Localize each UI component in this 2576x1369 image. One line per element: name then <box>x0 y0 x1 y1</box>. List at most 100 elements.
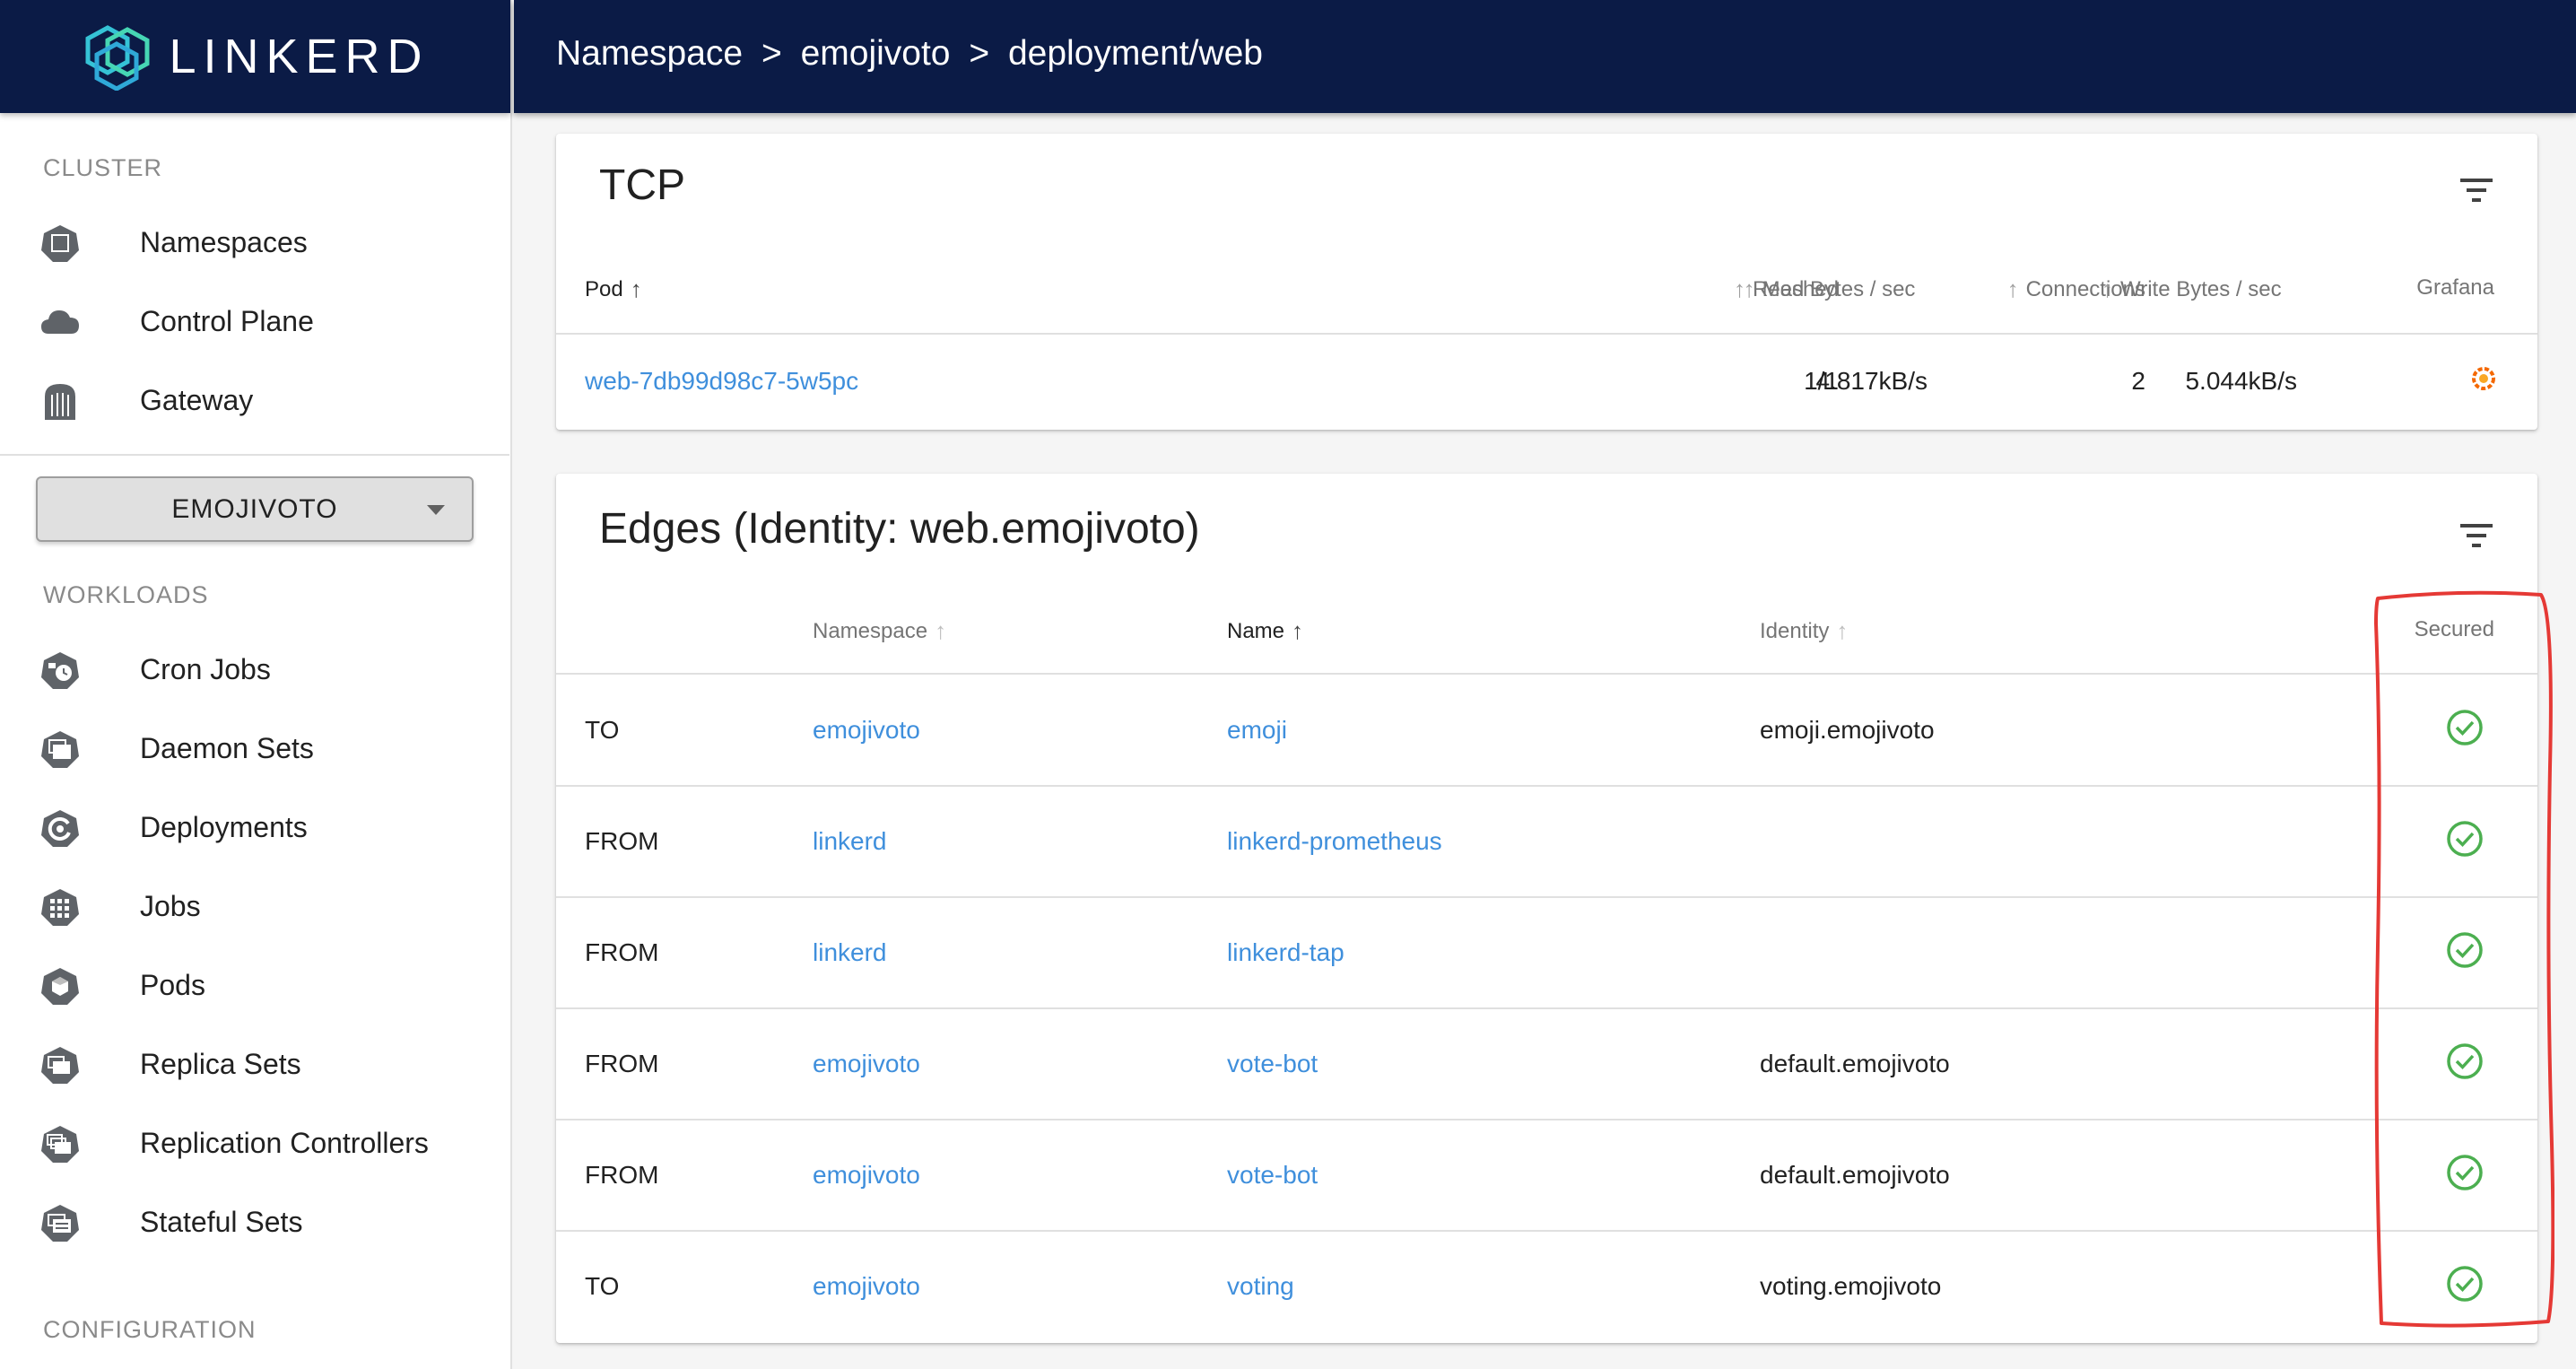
edge-direction: FROM <box>585 938 659 966</box>
tcp-header-grafana: Grafana <box>2416 275 2494 301</box>
statefulset-icon <box>41 1205 79 1242</box>
sidebar-item-replication-controllers[interactable]: Replication Controllers <box>0 1103 509 1182</box>
sidebar-item-gateway[interactable]: Gateway <box>0 361 509 440</box>
sidebar-item-namespaces[interactable]: Namespaces <box>0 203 509 282</box>
edges-header-namespace[interactable]: Namespace ↑ <box>813 617 946 645</box>
column-label: Write Bytes / sec <box>2120 276 2282 301</box>
replicationcontroller-icon <box>41 1126 79 1163</box>
edge-name-link[interactable]: voting <box>1227 1272 1294 1301</box>
sidebar-item-pods[interactable]: Pods <box>0 946 509 1025</box>
breadcrumb-emojivoto[interactable]: emojivoto <box>801 34 951 73</box>
deployment-icon <box>41 810 79 847</box>
sidebar-item-label: Daemon Sets <box>140 731 314 764</box>
configuration-header: CONFIGURATION <box>43 1316 257 1343</box>
row-divider <box>556 785 2537 787</box>
breadcrumb-deployment: deployment/web <box>1007 34 1263 73</box>
cluster-header: CLUSTER <box>43 154 163 181</box>
table-divider <box>556 333 2537 335</box>
sort-arrow-up-icon: ↑ <box>935 617 947 644</box>
edge-namespace-link[interactable]: linkerd <box>813 938 886 967</box>
sidebar-item-jobs[interactable]: Jobs <box>0 867 509 946</box>
edge-name-link[interactable]: linkerd-prometheus <box>1227 827 1442 856</box>
column-label: Grafana <box>2416 275 2494 300</box>
edge-namespace-link[interactable]: emojivoto <box>813 716 920 745</box>
tcp-title: TCP <box>599 161 685 209</box>
pod-icon <box>41 968 79 1005</box>
edges-header-identity[interactable]: Identity ↑ <box>1760 617 1848 645</box>
sort-arrow-up-icon: ↑ <box>630 275 642 302</box>
edge-direction: FROM <box>585 827 659 855</box>
edge-namespace-link[interactable]: linkerd <box>813 827 886 856</box>
edge-identity: emoji.emojivoto <box>1760 716 1935 744</box>
sidebar-item-label: Cron Jobs <box>140 652 271 685</box>
edges-header-name[interactable]: Name ↑ <box>1227 617 1303 645</box>
breadcrumb-separator: > <box>761 34 782 73</box>
tcp-connections-value: 2 <box>2131 367 2145 395</box>
tcp-pod-link[interactable]: web-7db99d98c7-5w5pc <box>585 367 858 396</box>
sidebar-item-deployments[interactable]: Deployments <box>0 788 509 867</box>
row-divider <box>556 1007 2537 1009</box>
sort-arrow-up-icon: ↑ <box>1734 275 1745 302</box>
sort-arrow-up-icon: ↑ <box>2006 275 2019 302</box>
sidebar-item-label: Replication Controllers <box>140 1126 429 1159</box>
column-label: Name <box>1227 618 1285 643</box>
sidebar-item-label: Stateful Sets <box>140 1205 303 1238</box>
column-label: Read Bytes / sec <box>1753 276 1916 301</box>
row-divider <box>556 896 2537 898</box>
sidebar-item-control-plane[interactable]: Control Plane <box>0 282 509 361</box>
edges-title: Edges (Identity: web.emojivoto) <box>599 505 1200 553</box>
sidebar-item-label: Namespaces <box>140 225 308 258</box>
edge-identity: default.emojivoto <box>1760 1161 1950 1189</box>
sort-arrow-up-icon: ↑ <box>1836 617 1849 644</box>
tcp-card: TCP Pod ↑ ↑ Meshed ↑ Connections ↑ Read Byte… <box>556 134 2537 430</box>
edge-namespace-link[interactable]: emojivoto <box>813 1050 920 1078</box>
namespace-select[interactable]: EMOJIVOTO <box>36 476 474 542</box>
breadcrumb-separator: > <box>969 34 990 73</box>
daemonset-icon <box>41 731 79 768</box>
edge-namespace-link[interactable]: emojivoto <box>813 1272 920 1301</box>
edge-direction: TO <box>585 1272 620 1300</box>
edge-namespace-link[interactable]: emojivoto <box>813 1161 920 1190</box>
filter-icon[interactable] <box>2459 177 2494 204</box>
logo[interactable]: LINKERD <box>0 0 510 113</box>
breadcrumb: Namespace > emojivoto > deployment/web <box>556 34 1263 74</box>
brand-name: LINKERD <box>169 30 430 83</box>
breadcrumb-namespace[interactable]: Namespace <box>556 34 743 73</box>
tcp-header-pod[interactable]: Pod ↑ <box>585 275 642 303</box>
job-icon <box>41 889 79 926</box>
gateway-icon <box>45 384 75 420</box>
edge-name-link[interactable]: vote-bot <box>1227 1050 1318 1078</box>
sidebar-item-label: Gateway <box>140 383 254 416</box>
sidebar-item-stateful-sets[interactable]: Stateful Sets <box>0 1182 509 1261</box>
sidebar: LINKERD CLUSTER Namespaces Control Plane… <box>0 0 512 1369</box>
cloud-icon <box>41 310 79 334</box>
grafana-icon[interactable] <box>2469 363 2498 392</box>
table-divider <box>556 673 2537 675</box>
chevron-down-icon <box>427 505 445 515</box>
edge-name-link[interactable]: emoji <box>1227 716 1287 745</box>
edge-name-link[interactable]: vote-bot <box>1227 1161 1318 1190</box>
sidebar-item-label: Deployments <box>140 810 308 843</box>
sidebar-divider <box>0 454 509 456</box>
namespace-select-value: EMOJIVOTO <box>171 493 338 524</box>
sort-arrow-up-icon: ↑ <box>1292 617 1304 644</box>
sidebar-item-daemon-sets[interactable]: Daemon Sets <box>0 709 509 788</box>
row-divider <box>556 1230 2537 1232</box>
edge-identity: default.emojivoto <box>1760 1050 1950 1077</box>
cronjob-icon <box>41 652 79 689</box>
namespace-icon <box>41 225 79 262</box>
tcp-header-write-bytes[interactable]: ↑ Write Bytes / sec <box>2102 275 2282 303</box>
edge-direction: FROM <box>585 1050 659 1077</box>
sidebar-item-replica-sets[interactable]: Replica Sets <box>0 1025 509 1103</box>
linkerd-logo-icon <box>85 25 150 91</box>
edge-name-link[interactable]: linkerd-tap <box>1227 938 1345 967</box>
sort-arrow-up-icon: ↑ <box>2102 275 2113 302</box>
column-label: Identity <box>1760 618 1830 643</box>
annotation-highlight <box>2374 590 2554 1328</box>
sidebar-item-label: Replica Sets <box>140 1047 301 1080</box>
filter-icon[interactable] <box>2459 522 2494 549</box>
tcp-read-value: 4.817kB/s <box>1815 367 1928 395</box>
edge-identity: voting.emojivoto <box>1760 1272 1942 1300</box>
tcp-header-read-bytes[interactable]: ↑ Read Bytes / sec <box>1734 275 1915 303</box>
sidebar-item-cron-jobs[interactable]: Cron Jobs <box>0 630 509 709</box>
